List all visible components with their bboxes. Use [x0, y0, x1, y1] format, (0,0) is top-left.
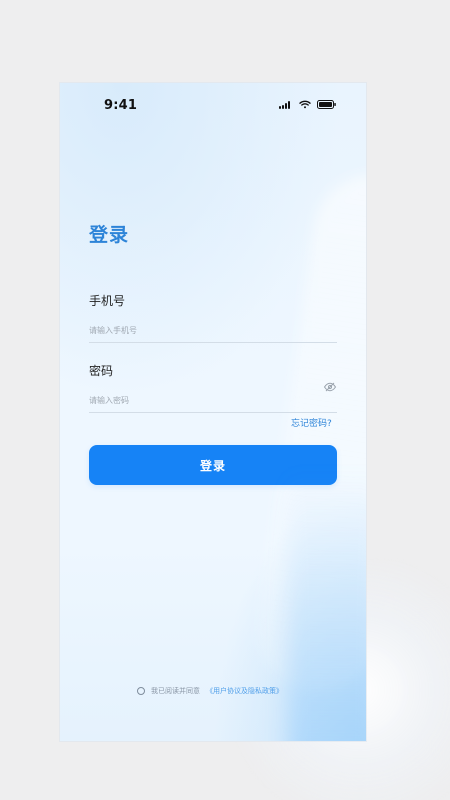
screen-background: 9:41 登录 手机号 请输入手机号 密码 忘记密码? 登录 我已阅读并同意 《…	[0, 0, 450, 800]
battery-icon	[317, 100, 337, 109]
status-time: 9:41	[104, 98, 138, 113]
password-visibility-toggle[interactable]	[323, 380, 337, 394]
phone-field-group: 手机号	[89, 294, 337, 343]
status-icons	[279, 100, 337, 109]
phone-screen: 9:41 登录 手机号 请输入手机号 密码 忘记密码? 登录 我已阅读并同意 《…	[60, 83, 366, 741]
phone-label: 手机号	[89, 294, 126, 308]
agreement-row: 我已阅读并同意 《用户协议及隐私政策》	[137, 686, 283, 696]
agreement-prefix: 我已阅读并同意	[151, 687, 200, 695]
password-field-group: 密码	[89, 364, 337, 413]
forgot-password-link[interactable]: 忘记密码?	[291, 416, 332, 429]
phone-input[interactable]	[89, 320, 319, 341]
phone-input-wrapper	[89, 318, 337, 343]
login-button[interactable]: 登录	[89, 445, 337, 485]
status-bar: 9:41	[60, 83, 366, 127]
page-title: 登录	[89, 224, 130, 246]
password-input[interactable]	[89, 390, 319, 411]
password-label: 密码	[89, 364, 114, 378]
agreement-link[interactable]: 《用户协议及隐私政策》	[206, 686, 283, 696]
signal-icon	[279, 100, 293, 109]
wifi-icon	[299, 100, 311, 109]
eye-off-icon	[323, 382, 337, 392]
agreement-radio[interactable]	[137, 687, 145, 695]
password-input-wrapper	[89, 382, 337, 413]
